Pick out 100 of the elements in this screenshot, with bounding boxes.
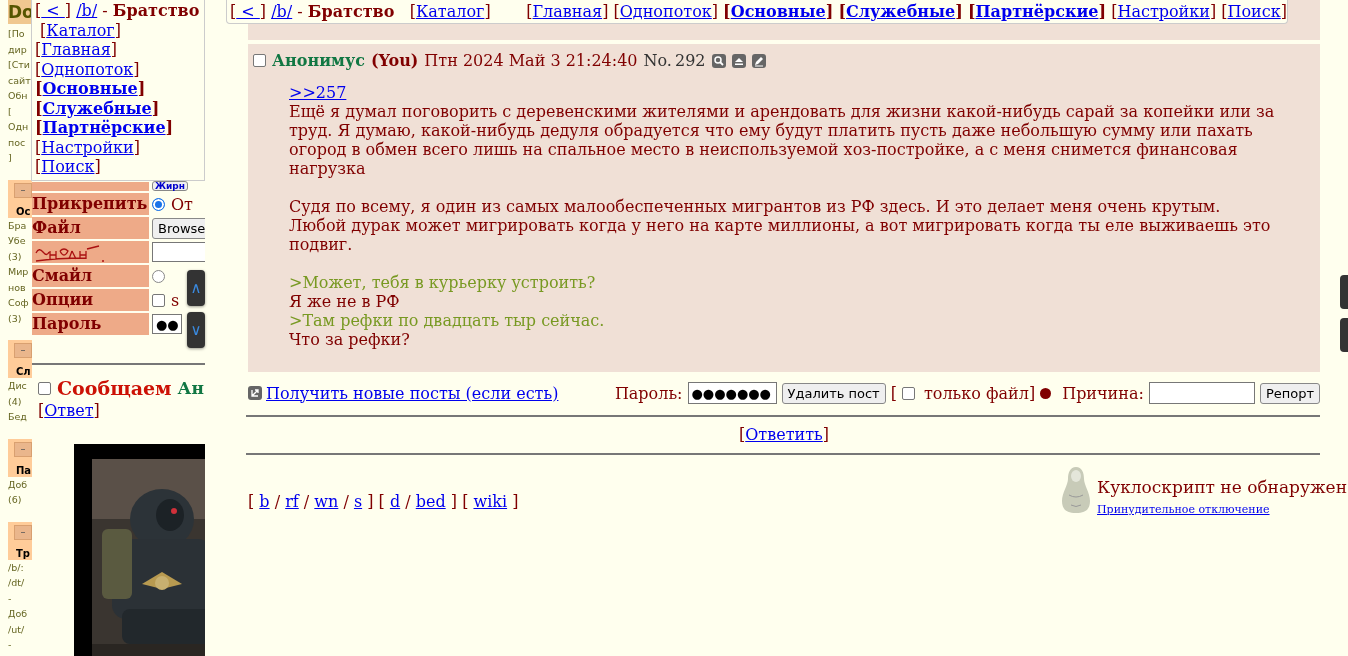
nav-link[interactable]: Каталог xyxy=(415,2,485,21)
nav-link[interactable]: Служебные xyxy=(846,2,956,21)
bracket: [ xyxy=(35,98,43,118)
refresh-link[interactable]: Получить новые посты (если есть) xyxy=(266,383,559,403)
report-button[interactable]: Репорт xyxy=(1259,382,1320,404)
bracket: ] xyxy=(602,2,609,21)
menu-link[interactable]: Служебные xyxy=(42,98,152,118)
bracket: ] xyxy=(64,1,72,20)
menu-link[interactable]: Основные xyxy=(42,79,138,98)
section-title: Тр xyxy=(15,546,31,561)
separator: - xyxy=(102,1,108,20)
quote-text: >Там рефки по двадцать тыр сейчас. xyxy=(289,311,606,330)
menu-link[interactable]: Настройки xyxy=(41,137,134,157)
password-label: Пароль: xyxy=(614,383,683,403)
bracket: ] xyxy=(711,2,718,21)
password-field[interactable]: ●●●●●●● xyxy=(687,382,777,404)
poster-name: Ан xyxy=(177,378,204,398)
sidebar-text: (6) xyxy=(8,493,23,507)
sidebar-text: - xyxy=(8,638,13,652)
password-field[interactable]: ●● xyxy=(152,314,182,334)
menu-link[interactable]: Поиск xyxy=(41,157,95,176)
collapse-button[interactable]: – xyxy=(14,524,32,540)
board-link[interactable]: d xyxy=(389,492,401,511)
pencil-icon[interactable] xyxy=(751,53,766,68)
board-link[interactable]: bed xyxy=(415,492,446,511)
checkbox[interactable] xyxy=(152,293,165,307)
reply-link[interactable]: Ответить xyxy=(745,425,823,444)
checkbox[interactable] xyxy=(38,381,51,395)
sidebar-text: [ xyxy=(8,104,13,119)
sidebar-text: [По xyxy=(8,27,26,41)
form-label: Смайл xyxy=(32,265,149,287)
checkbox-label: s xyxy=(171,290,180,310)
reply-link[interactable]: Ответ xyxy=(44,401,94,420)
menu-link[interactable]: Каталог xyxy=(46,20,115,40)
bracket: ] xyxy=(822,425,829,444)
checkbox[interactable] xyxy=(253,54,266,67)
nav-link[interactable]: Партнёрские xyxy=(975,2,1099,21)
reason-label: Причина: xyxy=(1062,383,1144,403)
bracket: [ xyxy=(378,492,385,511)
search-icon[interactable] xyxy=(711,53,726,68)
menu-link[interactable]: Партнёрские xyxy=(42,118,166,137)
board-link[interactable]: s xyxy=(353,492,363,511)
sidebar-text: нов xyxy=(8,280,27,295)
collapse-button[interactable]: – xyxy=(14,343,32,358)
refresh-icon[interactable] xyxy=(248,386,262,400)
sidebar-text: (4) xyxy=(8,394,23,409)
radio-button[interactable] xyxy=(152,197,165,211)
nav-link[interactable]: Настройки xyxy=(1117,2,1210,21)
post-date: Птн 2024 Май 3 21:24:40 xyxy=(424,51,638,70)
bracket: ] xyxy=(94,157,101,176)
captcha-field[interactable] xyxy=(152,242,205,262)
scroll-up-button[interactable]: ∧ xyxy=(187,270,205,306)
post-text: Что за рефки? xyxy=(289,330,411,349)
board-link[interactable]: wn xyxy=(314,492,339,511)
back-link[interactable]: < xyxy=(236,2,260,21)
menu-link[interactable]: Главная xyxy=(41,40,111,59)
post-number: 292 xyxy=(674,51,706,70)
board-link[interactable]: /b/ xyxy=(271,2,293,21)
sidebar-text: /dt/ xyxy=(8,576,26,590)
board-link[interactable]: wiki xyxy=(473,492,508,511)
bracket: ] xyxy=(93,401,100,420)
nav-link[interactable]: Однопоток xyxy=(619,2,712,21)
post-number-label: No. xyxy=(643,51,672,70)
board-link[interactable]: rf xyxy=(285,492,299,511)
post-text: Любой дурак может мигрировать когда у него на карте миллионы, а вот мигрировать когда ты еле выживаешь это подвиг. xyxy=(289,216,1272,254)
sidebar-text: Соф xyxy=(8,296,30,310)
reply-link[interactable]: >>257 xyxy=(289,83,347,102)
sidebar-text: Доб xyxy=(8,607,29,621)
form-label: Опции xyxy=(32,289,149,311)
sidebar-text: Мир xyxy=(8,265,30,279)
bracket: ] xyxy=(1209,2,1217,21)
bracket: ] xyxy=(367,492,374,511)
nav-link[interactable]: Поиск xyxy=(1227,2,1281,21)
bracket: ] xyxy=(450,492,458,511)
collapse-button[interactable]: – xyxy=(14,182,32,198)
sidebar-text: Дис xyxy=(8,379,28,393)
radio-button[interactable] xyxy=(152,269,165,283)
reason-field[interactable] xyxy=(1148,382,1255,404)
bracket: [ xyxy=(890,383,897,403)
bracket: [ xyxy=(1111,2,1118,21)
collapse-button[interactable]: – xyxy=(14,441,32,457)
board-link[interactable]: b xyxy=(259,492,270,511)
eject-icon[interactable] xyxy=(731,53,746,68)
scroll-down-button[interactable]: ∨ xyxy=(187,312,205,348)
sidebar-text: Бра xyxy=(8,218,28,233)
board-link[interactable]: /b/ xyxy=(76,1,98,20)
post-text: Ещё я думал поговорить с деревенскими жителями и арендовать для жизни какой-нибудь сарай за копейки или за труд. Я думаю, какой-нибудь дедуля обрадуется что ему будут платить пусть даже небольшую сумму или пахать огород в обмен всего лишь на спальное место в неиспользуемой хоз-постройке, а с меня снимется финансовая нагрузка xyxy=(289,102,1276,178)
browse-button[interactable]: Browse xyxy=(152,217,205,239)
nav-link[interactable]: Главная xyxy=(532,2,603,21)
back-link[interactable]: < xyxy=(41,1,65,20)
doll-status: Куклоскрипт не обнаружен xyxy=(1097,477,1347,497)
thread-subject: Сообщаем xyxy=(57,377,172,399)
nav-link[interactable]: Основные xyxy=(730,2,826,21)
section-title: Сл xyxy=(15,365,32,379)
menu-link[interactable]: Однопоток xyxy=(41,59,134,79)
disable-link[interactable]: Принудительное отключение xyxy=(1097,503,1347,516)
sidebar-text: ] xyxy=(8,151,13,165)
checkbox[interactable] xyxy=(901,386,915,400)
delete-button[interactable]: Удалить пост xyxy=(781,382,886,404)
bracket: [ xyxy=(35,79,43,98)
